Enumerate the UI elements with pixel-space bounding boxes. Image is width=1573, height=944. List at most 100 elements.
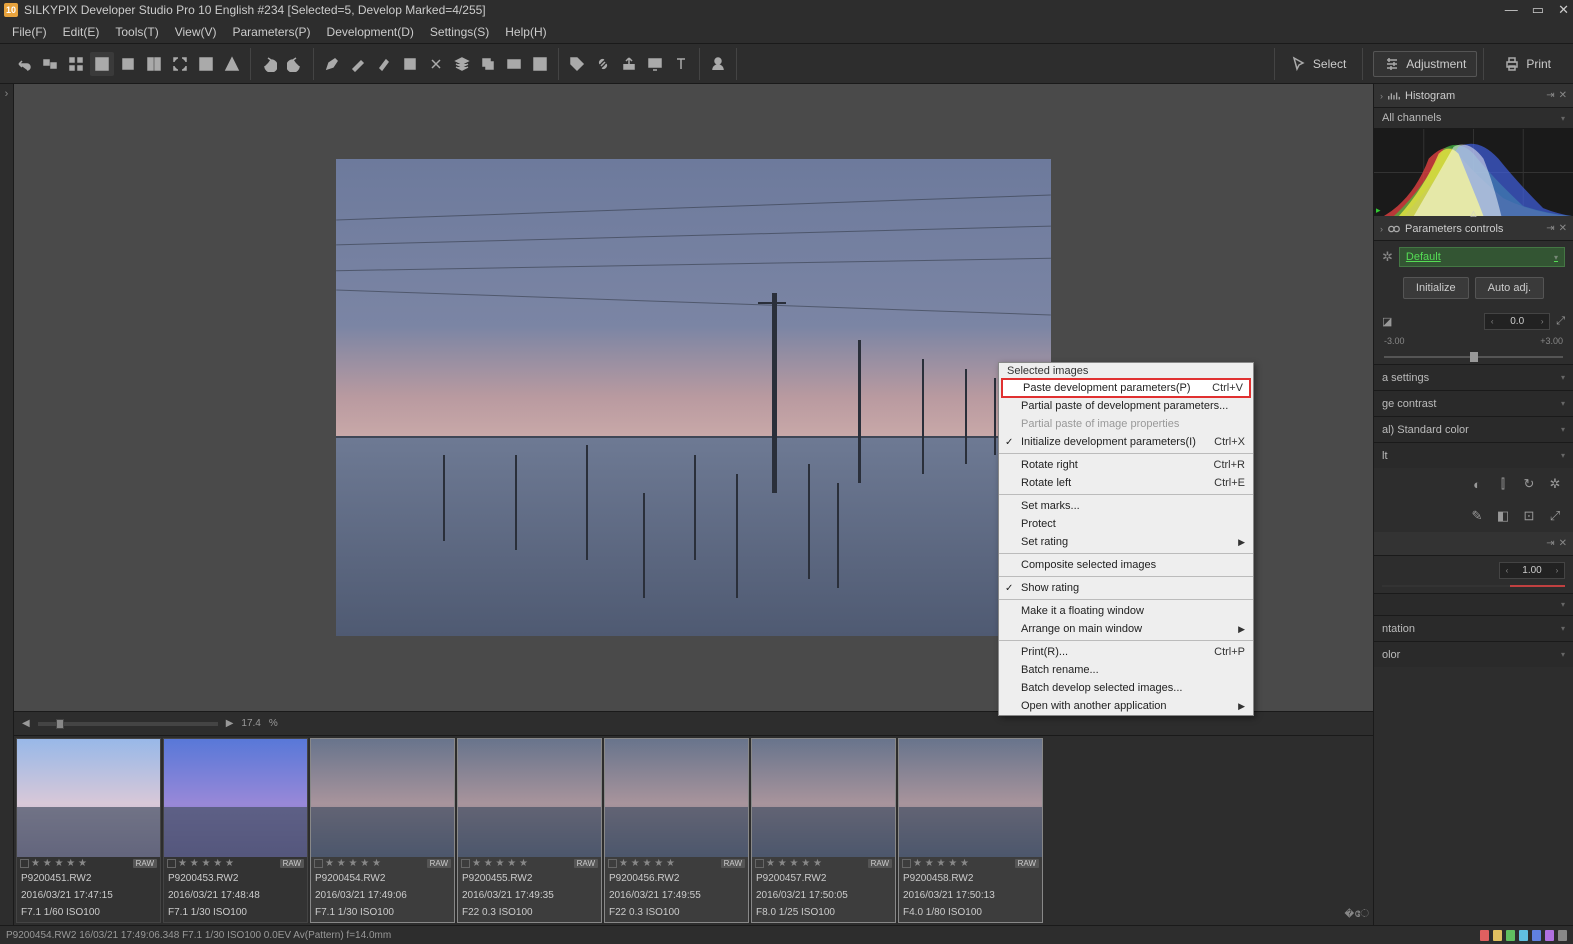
edit-7-icon[interactable]	[476, 52, 500, 76]
context-menu-item[interactable]: Rotate leftCtrl+E	[999, 474, 1253, 492]
edit-3-icon[interactable]	[372, 52, 396, 76]
status-dot[interactable]	[1545, 930, 1554, 941]
edit-1-icon[interactable]	[320, 52, 344, 76]
context-menu-item[interactable]: Set marks...	[999, 497, 1253, 515]
edit-2-icon[interactable]	[346, 52, 370, 76]
zoom-slider[interactable]	[38, 722, 218, 726]
link-icon[interactable]	[591, 52, 615, 76]
single-view-icon[interactable]	[90, 52, 114, 76]
auto-adj-button[interactable]: Auto adj.	[1475, 277, 1544, 299]
thumbnail[interactable]: ★ ★ ★ ★ ★RAW P9200457.RW2 2016/03/21 17:…	[751, 738, 896, 923]
setting-row[interactable]: ge contrast	[1374, 390, 1573, 416]
adjustment-mode-button[interactable]: Adjustment	[1373, 51, 1477, 77]
initialize-button[interactable]: Initialize	[1403, 277, 1469, 299]
tool-f-icon[interactable]: ◧	[1493, 506, 1513, 526]
thumbnail[interactable]: ★ ★ ★ ★ ★RAW P9200458.RW2 2016/03/21 17:…	[898, 738, 1043, 923]
channels-dropdown[interactable]: All channels	[1374, 108, 1573, 129]
setting-row[interactable]: ntation	[1374, 615, 1573, 641]
menu-file[interactable]: File(F)	[6, 23, 53, 41]
thumbnail[interactable]: ★ ★ ★ ★ ★RAW P9200451.RW2 2016/03/21 17:…	[16, 738, 161, 923]
tool-c-icon[interactable]: ↻	[1519, 474, 1539, 494]
setting-row[interactable]: olor	[1374, 641, 1573, 667]
tool-a-icon[interactable]: ◐	[1467, 474, 1487, 494]
context-menu-item[interactable]: Set rating▶	[999, 533, 1253, 551]
status-dot[interactable]	[1493, 930, 1502, 941]
warning-icon[interactable]	[220, 52, 244, 76]
status-dot[interactable]	[1480, 930, 1489, 941]
tag-icon[interactable]	[565, 52, 589, 76]
tool-e-icon[interactable]: ✎	[1467, 506, 1487, 526]
status-dot[interactable]	[1558, 930, 1567, 941]
zoom-out-icon[interactable]: ◀	[22, 718, 30, 729]
menu-help[interactable]: Help(H)	[499, 23, 552, 41]
tool-d-icon[interactable]: ✲	[1545, 474, 1565, 494]
close-button[interactable]: ✕	[1558, 2, 1569, 18]
context-menu-item[interactable]: Show rating	[999, 579, 1253, 597]
setting-row[interactable]: al) Standard color	[1374, 416, 1573, 442]
subpanel-header[interactable]: ⇥✕	[1374, 532, 1573, 556]
menu-settings[interactable]: Settings(S)	[424, 23, 495, 41]
expand-icon[interactable]	[168, 52, 192, 76]
context-menu-item[interactable]: Paste development parameters(P)Ctrl+V	[1001, 378, 1251, 398]
edit-8-icon[interactable]	[502, 52, 526, 76]
context-menu-item[interactable]: Partial paste of development parameters.…	[999, 397, 1253, 415]
setting-row[interactable]: lt	[1374, 442, 1573, 468]
grid-icon[interactable]	[64, 52, 88, 76]
maximize-button[interactable]: ▭	[1532, 2, 1544, 18]
value-spinner[interactable]: ‹1.00›	[1499, 562, 1565, 579]
layers-icon[interactable]	[450, 52, 474, 76]
tool-h-icon[interactable]: ⤢	[1545, 506, 1565, 526]
status-dot[interactable]	[1532, 930, 1541, 941]
menu-development[interactable]: Development(D)	[321, 23, 420, 41]
person-icon[interactable]	[706, 52, 730, 76]
gear-icon[interactable]: ✲	[1382, 249, 1393, 265]
setting-row[interactable]: a settings	[1374, 364, 1573, 390]
context-menu-item[interactable]: Protect	[999, 515, 1253, 533]
menu-view[interactable]: View(V)	[169, 23, 223, 41]
thumbnail[interactable]: ★ ★ ★ ★ ★RAW P9200455.RW2 2016/03/21 17:…	[457, 738, 602, 923]
histogram-panel-header[interactable]: › Histogram ⇥✕	[1374, 84, 1573, 108]
tool-g-icon[interactable]: ⊡	[1519, 506, 1539, 526]
undo-icon[interactable]	[12, 52, 36, 76]
exposure-spinner[interactable]: ‹0.0›	[1484, 313, 1550, 330]
context-menu-item[interactable]: Make it a floating window	[999, 602, 1253, 620]
frame-icon[interactable]	[116, 52, 140, 76]
split-icon[interactable]	[142, 52, 166, 76]
context-menu-item[interactable]: Initialize development parameters(I)Ctrl…	[999, 433, 1253, 451]
minimize-button[interactable]: —	[1505, 2, 1518, 18]
export-icon[interactable]	[617, 52, 641, 76]
left-panel-toggle[interactable]: ›	[0, 84, 14, 925]
select-mode-button[interactable]: Select	[1281, 52, 1356, 76]
edit-4-icon[interactable]	[398, 52, 422, 76]
status-dot[interactable]	[1506, 930, 1515, 941]
tool-b-icon[interactable]: ⫿	[1493, 474, 1513, 494]
go-forward-icon[interactable]	[283, 52, 307, 76]
table-icon[interactable]	[194, 52, 218, 76]
select-mode-icon[interactable]	[38, 52, 62, 76]
check-icon[interactable]	[528, 52, 552, 76]
print-button[interactable]: Print	[1494, 52, 1561, 76]
reset-icon[interactable]: ⤢	[1556, 315, 1565, 328]
thumbnail[interactable]: ★ ★ ★ ★ ★RAW P9200453.RW2 2016/03/21 17:…	[163, 738, 308, 923]
screen-icon[interactable]	[643, 52, 667, 76]
context-menu-item[interactable]: Open with another application▶	[999, 697, 1253, 715]
exposure-slider[interactable]	[1384, 350, 1563, 364]
context-menu-item[interactable]: Rotate rightCtrl+R	[999, 456, 1253, 474]
context-menu-item[interactable]: Batch rename...	[999, 661, 1253, 679]
thumbstrip-settings-icon[interactable]: �േ	[1344, 908, 1369, 921]
edit-5-icon[interactable]	[424, 52, 448, 76]
status-dot[interactable]	[1519, 930, 1528, 941]
thumbnail[interactable]: ★ ★ ★ ★ ★RAW P9200454.RW2 2016/03/21 17:…	[310, 738, 455, 923]
text-icon[interactable]	[669, 52, 693, 76]
menu-edit[interactable]: Edit(E)	[57, 23, 106, 41]
menu-parameters[interactable]: Parameters(P)	[227, 23, 317, 41]
context-menu-item[interactable]: Print(R)...Ctrl+P	[999, 643, 1253, 661]
context-menu-item[interactable]: Composite selected images	[999, 556, 1253, 574]
preset-dropdown[interactable]: Default	[1399, 247, 1565, 267]
zoom-in-icon[interactable]: ▶	[226, 718, 234, 729]
context-menu-item[interactable]: Arrange on main window▶	[999, 620, 1253, 638]
context-menu-item[interactable]: Batch develop selected images...	[999, 679, 1253, 697]
parameters-panel-header[interactable]: › Parameters controls ⇥✕	[1374, 217, 1573, 241]
menu-tools[interactable]: Tools(T)	[109, 23, 164, 41]
go-back-icon[interactable]	[257, 52, 281, 76]
